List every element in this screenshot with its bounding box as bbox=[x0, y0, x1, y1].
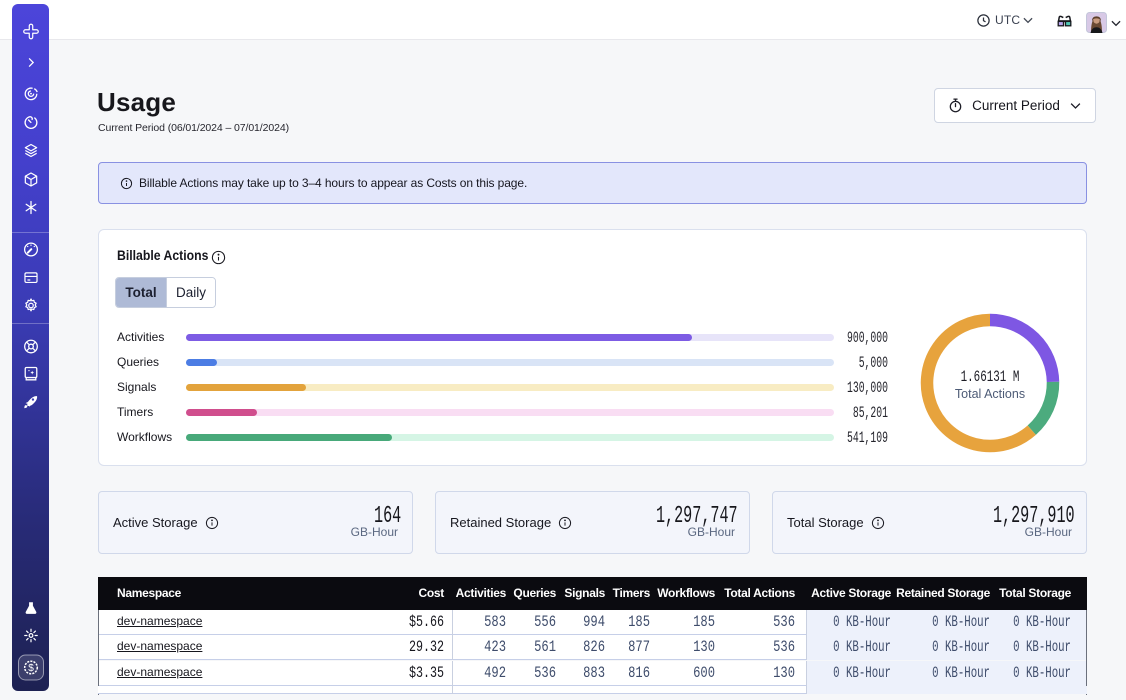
svg-text:$: $ bbox=[28, 663, 34, 674]
